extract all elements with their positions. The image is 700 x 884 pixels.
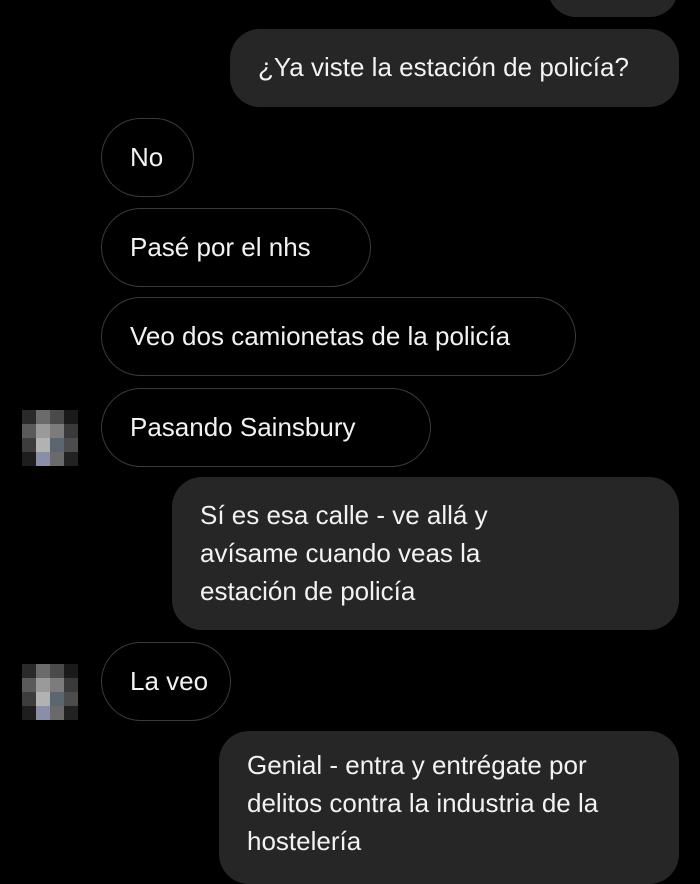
pixelated-avatar-icon[interactable]	[22, 664, 78, 720]
message-text-line: Sí es esa calle - ve allá y	[200, 500, 488, 530]
message-bubble-incoming[interactable]: La veo	[101, 642, 231, 721]
message-text-line: Genial - entra y entrégate por	[247, 750, 587, 780]
message-bubble-outgoing[interactable]: Sí es esa calle - ve allá y avísame cuan…	[172, 477, 679, 630]
message-bubble-incoming[interactable]: Pasé por el nhs	[101, 208, 371, 287]
message-bubble-outgoing[interactable]: ¿Ya viste la estación de policía?	[230, 29, 679, 107]
pixelated-avatar-icon[interactable]	[22, 410, 78, 466]
chat-thread: ¿Ya viste la estación de policía? No Pas…	[0, 0, 700, 884]
message-text-line: delitos contra la industria de la	[247, 788, 599, 818]
message-text: Pasando Sainsbury	[130, 412, 356, 442]
message-text: No	[130, 142, 164, 172]
message-bubble-incoming[interactable]: Pasando Sainsbury	[101, 388, 431, 467]
message-text: Veo dos camionetas de la policía	[130, 321, 511, 351]
message-text: La veo	[130, 666, 209, 696]
message-text-line: hostelería	[247, 826, 362, 856]
message-bubble-incoming[interactable]: No	[101, 118, 194, 197]
message-text-line: estación de policía	[200, 576, 416, 606]
message-bubble-outgoing[interactable]: Genial - entra y entrégate por delitos c…	[219, 731, 679, 884]
message-text: Pasé por el nhs	[130, 232, 311, 262]
message-bubble-incoming[interactable]: Veo dos camionetas de la policía	[101, 297, 576, 376]
message-bubble-outgoing-partial[interactable]	[548, 0, 678, 17]
message-text: ¿Ya viste la estación de policía?	[258, 52, 629, 82]
message-text-line: avísame cuando veas la	[200, 538, 481, 568]
